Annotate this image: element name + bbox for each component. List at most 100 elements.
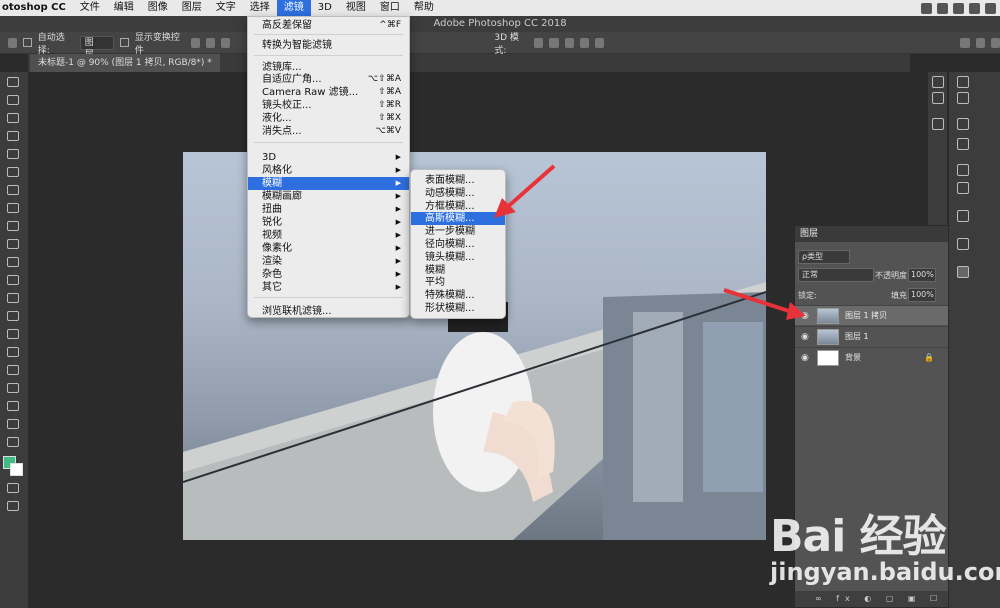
align-icon[interactable] [190, 37, 200, 48]
align-icon[interactable] [205, 37, 216, 48]
document-tab[interactable]: 未标题-1 @ 90% (图层 1 拷贝, RGB/8*) * [30, 54, 220, 72]
menu-image[interactable]: 图像 [141, 0, 175, 16]
pen-tool-icon[interactable] [6, 328, 20, 340]
filter-menu-item[interactable]: 浏览联机滤镜... [248, 305, 409, 318]
layer-row[interactable]: ◉ 背景 🔒 [795, 347, 948, 367]
filter-menu-item[interactable]: 像素化 ▶ [248, 242, 409, 255]
filter-menu-item[interactable]: 扭曲 ▶ [248, 203, 409, 216]
menu-view[interactable]: 视图 [339, 0, 373, 16]
paths-panel-icon[interactable] [957, 182, 969, 194]
glyphs-panel-icon[interactable] [957, 238, 969, 250]
slide-3d-icon[interactable] [579, 37, 590, 48]
move-tool-icon[interactable] [8, 37, 18, 48]
filter-menu-item[interactable]: 其它 ▶ [248, 281, 409, 294]
brush-tool-icon[interactable] [6, 202, 20, 214]
filter-menu-item[interactable]: 锐化 ▶ [248, 216, 409, 229]
quick-mask-icon[interactable] [6, 482, 20, 494]
layer-row[interactable]: ◉ 图层 1 [795, 326, 948, 346]
layers-panel-icon[interactable] [957, 266, 969, 278]
layers-panel-title[interactable]: 图层 [795, 226, 948, 242]
blur-menu-item[interactable]: 模糊 [411, 264, 505, 277]
libraries-panel-icon[interactable] [957, 118, 969, 130]
menu-type[interactable]: 文字 [209, 0, 243, 16]
filter-menu-item[interactable]: 渲染 ▶ [248, 255, 409, 268]
marquee-tool-icon[interactable] [6, 94, 20, 106]
roll-3d-icon[interactable] [549, 37, 559, 48]
auto-select-dropdown[interactable]: 图层 [79, 35, 115, 60]
lasso-tool-icon[interactable] [6, 112, 20, 124]
history-panel-icon[interactable] [932, 76, 944, 88]
stamp-tool-icon[interactable] [6, 220, 20, 232]
filter-menu-item[interactable]: 镜头校正... ⇧⌘R [248, 99, 409, 112]
adjustments-panel-icon[interactable] [957, 138, 969, 150]
wifi-icon[interactable] [985, 2, 996, 14]
filter-menu-item[interactable]: 模糊 ▶ [248, 177, 409, 190]
menu-3d[interactable]: 3D [311, 0, 339, 16]
qq-icon[interactable] [937, 2, 948, 14]
background-color-swatch[interactable] [10, 463, 23, 476]
filter-menu-item[interactable]: 消失点... ⌥⌘V [248, 125, 409, 138]
auto-select-checkbox[interactable] [23, 38, 32, 47]
filter-menu-item[interactable]: 自适应广角... ⌥⇧⌘A [248, 73, 409, 86]
menu-file[interactable]: 文件 [73, 0, 107, 16]
path-select-icon[interactable] [6, 364, 20, 376]
layer-row[interactable]: ◉ 图层 1 拷贝 [795, 305, 948, 325]
dodge-tool-icon[interactable] [6, 310, 20, 322]
more-tools-icon[interactable] [6, 436, 20, 448]
hand-tool-icon[interactable] [6, 400, 20, 412]
app-menu[interactable]: otoshop CC [0, 0, 73, 16]
menu-help[interactable]: 帮助 [407, 0, 441, 16]
scale-3d-icon[interactable] [595, 37, 605, 48]
zoom-tool-icon[interactable] [6, 418, 20, 430]
blur-menu-item[interactable]: 进一步模糊 [411, 225, 505, 238]
blur-menu-item[interactable]: 方框模糊... [411, 200, 505, 213]
swatches-panel-icon[interactable] [957, 92, 969, 104]
eraser-tool-icon[interactable] [6, 256, 20, 268]
menu-filter[interactable]: 滤镜 [276, 0, 311, 16]
layer-kind-filter[interactable]: ρ类型 [798, 250, 850, 264]
blur-menu-item[interactable]: 高斯模糊... [411, 212, 505, 226]
filter-menu-item[interactable]: 模糊画廊 ▶ [248, 190, 409, 203]
text-tool-icon[interactable] [6, 346, 20, 358]
color-panel-icon[interactable] [957, 76, 969, 88]
share-icon[interactable] [990, 37, 1000, 48]
menu-window[interactable]: 窗口 [373, 0, 407, 16]
gradient-tool-icon[interactable] [6, 274, 20, 286]
opacity-field[interactable]: 100% [908, 268, 936, 282]
show-transform-checkbox[interactable] [120, 38, 129, 47]
filter-menu-item[interactable]: 液化... ⇧⌘X [248, 112, 409, 125]
visibility-eye-icon[interactable]: ◉ [801, 353, 811, 363]
styles-panel-icon[interactable] [957, 164, 969, 176]
menu-edit[interactable]: 编辑 [107, 0, 141, 16]
blur-menu-item[interactable]: 平均 [411, 276, 505, 289]
pan-3d-icon[interactable] [564, 37, 574, 48]
filter-menu-item[interactable]: 转换为智能滤镜 [248, 39, 409, 52]
healing-brush-icon[interactable] [6, 184, 20, 196]
orbit-3d-icon[interactable] [534, 37, 544, 48]
cloud-icon[interactable] [921, 2, 932, 14]
blur-menu-item[interactable]: 镜头模糊... [411, 251, 505, 264]
screen-mode-icon[interactable] [6, 500, 20, 512]
filter-menu-item[interactable]: 视频 ▶ [248, 229, 409, 242]
rectangle-tool-icon[interactable] [6, 382, 20, 394]
crop-tool-icon[interactable] [6, 148, 20, 160]
menu-layer[interactable]: 图层 [175, 0, 209, 16]
blur-menu-item[interactable]: 径向模糊... [411, 238, 505, 251]
filter-menu-item[interactable]: 高反差保留 ^⌘F [248, 19, 409, 32]
blur-menu-item[interactable]: 特殊模糊... [411, 289, 505, 302]
visibility-eye-icon[interactable]: ◉ [801, 311, 811, 321]
blur-menu-item[interactable]: 形状模糊... [411, 302, 505, 315]
search-icon[interactable] [960, 37, 970, 48]
blend-mode-dropdown[interactable]: 正常 [798, 268, 874, 282]
move-tool-icon[interactable] [6, 76, 20, 88]
blur-menu-item[interactable]: 动感模糊... [411, 187, 505, 200]
visibility-eye-icon[interactable]: ◉ [801, 332, 811, 342]
filter-menu-item[interactable]: Camera Raw 滤镜... ⇧⌘A [248, 86, 409, 99]
align-icon[interactable] [221, 37, 231, 48]
magic-wand-icon[interactable] [6, 130, 20, 142]
character-panel-icon[interactable] [932, 118, 944, 130]
workspace-icon[interactable] [975, 37, 985, 48]
filter-menu-item[interactable]: 杂色 ▶ [248, 268, 409, 281]
screen-icon[interactable] [969, 2, 980, 14]
filter-menu-item[interactable]: 3D ▶ [248, 151, 409, 164]
